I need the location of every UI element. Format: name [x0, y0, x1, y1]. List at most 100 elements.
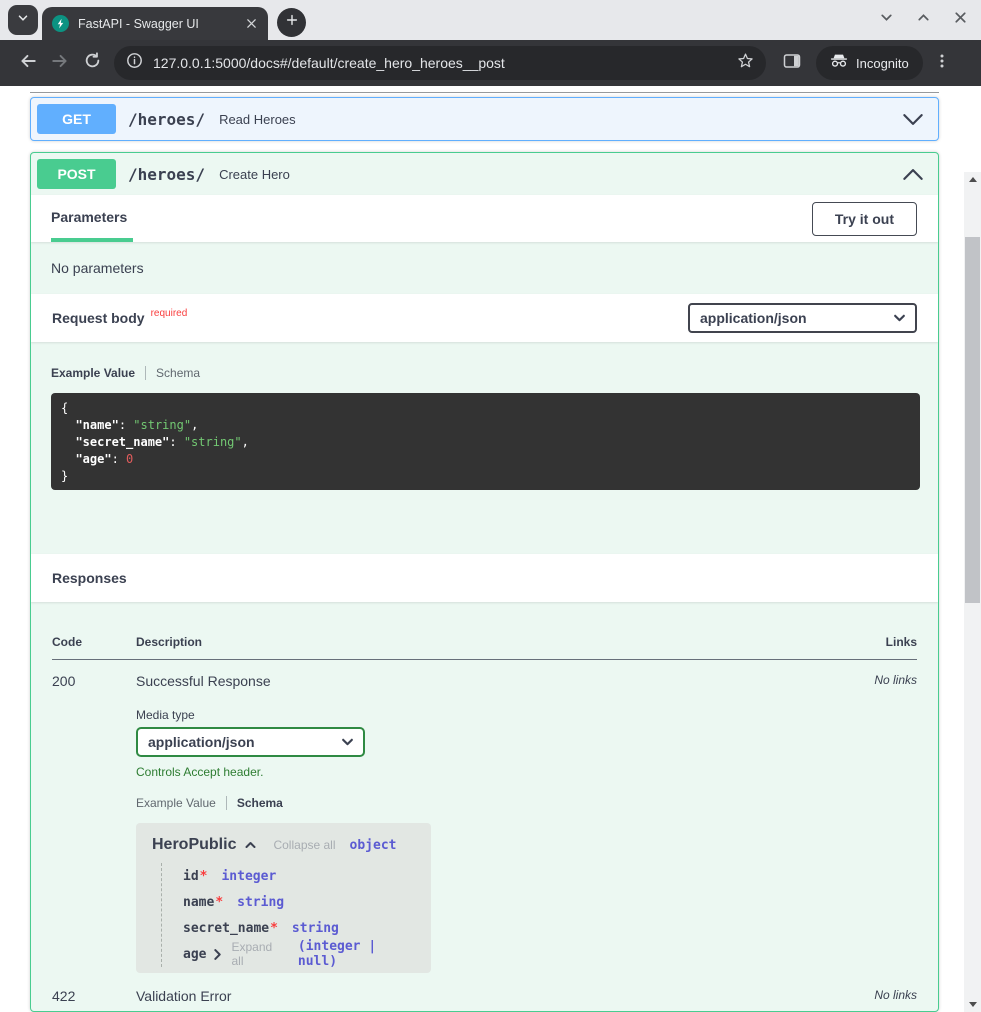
- window-maximize-button[interactable]: [915, 9, 932, 26]
- no-parameters-text: No parameters: [51, 260, 144, 276]
- request-body-title: Request body: [52, 310, 145, 326]
- site-info-icon[interactable]: [126, 52, 143, 74]
- schema-prop-row: id* integer: [183, 863, 415, 889]
- section-divider: [30, 92, 939, 93]
- response-media-type-select-wrap: application/json: [136, 727, 365, 757]
- collapse-all-link[interactable]: Collapse all: [273, 838, 335, 852]
- code-line: "name": "string",: [61, 417, 910, 434]
- back-arrow-icon: [19, 52, 37, 75]
- schema-prop-row: age Expand all (integer | null): [183, 941, 415, 967]
- required-asterisk: *: [200, 869, 208, 884]
- window-minimize-button[interactable]: [878, 9, 895, 26]
- prop-type: string: [292, 921, 339, 936]
- expand-chevron-down-icon[interactable]: [902, 113, 924, 126]
- tab-schema[interactable]: Schema: [156, 366, 200, 380]
- parameters-tab[interactable]: Parameters: [51, 195, 133, 242]
- tab-title: FastAPI - Swagger UI: [78, 17, 242, 31]
- browser-menu-button[interactable]: [927, 47, 957, 79]
- prop-type: integer: [221, 869, 276, 884]
- browser-window: FastAPI - Swagger UI 127.0.0.1:5000/docs…: [0, 0, 981, 1012]
- tab-close-icon[interactable]: [242, 15, 260, 33]
- prop-type: string: [237, 895, 284, 910]
- required-label: required: [151, 308, 188, 319]
- scroll-down-arrow[interactable]: [964, 997, 981, 1012]
- response-code: 422: [52, 988, 136, 1004]
- window-close-button[interactable]: [952, 9, 969, 26]
- reload-icon: [84, 52, 101, 74]
- triangle-up-icon: [969, 177, 977, 182]
- prop-name: secret_name: [183, 921, 269, 936]
- schema-model-box: HeroPublic Collapse all object id*intege…: [136, 823, 431, 973]
- model-type: object: [350, 838, 397, 853]
- new-tab-button[interactable]: [277, 8, 306, 37]
- response-description: Successful Response: [136, 673, 874, 689]
- response-row-422: 422 Validation Error No links: [52, 975, 917, 1004]
- incognito-badge: Incognito: [816, 46, 923, 80]
- tab-search-button[interactable]: [8, 5, 38, 35]
- page-scrollbar[interactable]: [964, 172, 981, 1012]
- opblock-get-heroes: GET /heroes/ Read Heroes: [30, 97, 939, 141]
- url-bar[interactable]: 127.0.0.1:5000/docs#/default/create_hero…: [114, 46, 766, 80]
- collapse-chevron-up-icon[interactable]: [902, 168, 924, 181]
- forward-button[interactable]: [44, 47, 76, 79]
- model-collapse-chevron-up-icon: [244, 836, 257, 854]
- browser-toolbar: 127.0.0.1:5000/docs#/default/create_hero…: [0, 40, 981, 86]
- expand-all-link[interactable]: Expand all: [231, 940, 283, 968]
- prop-name: name: [183, 895, 214, 910]
- request-media-type-select[interactable]: application/json: [688, 303, 917, 333]
- scrollbar-thumb[interactable]: [965, 237, 980, 603]
- parameters-header: Parameters Try it out: [31, 195, 938, 242]
- responses-header: Responses: [31, 554, 938, 602]
- response-links: No links: [874, 673, 917, 687]
- url-text: 127.0.0.1:5000/docs#/default/create_hero…: [153, 55, 737, 71]
- request-body-header: Request body required application/json: [31, 294, 938, 342]
- no-parameters-row: No parameters: [31, 242, 938, 294]
- tab-example-value[interactable]: Example Value: [51, 366, 135, 380]
- incognito-icon: [830, 53, 848, 73]
- response-links: No links: [874, 988, 917, 1002]
- response-tabs: Example Value Schema: [136, 796, 874, 810]
- tab-fastapi[interactable]: FastAPI - Swagger UI: [42, 7, 268, 40]
- triangle-down-icon: [969, 1002, 977, 1007]
- schema-prop-row: name* string: [183, 889, 415, 915]
- scroll-up-arrow[interactable]: [964, 172, 981, 187]
- prop-type: (integer | null): [298, 939, 415, 969]
- code-line: "secret_name": "string",: [61, 434, 910, 451]
- response-row-200: 200 Successful Response Media type appli…: [52, 660, 917, 973]
- bookmark-star-icon[interactable]: [737, 52, 754, 74]
- side-panel-button[interactable]: [776, 47, 808, 79]
- try-it-out-button[interactable]: Try it out: [812, 202, 917, 236]
- prop-name: id: [183, 869, 199, 884]
- example-code-block: { "name": "string", "secret_name": "stri…: [51, 393, 920, 490]
- prop-name: age: [183, 947, 206, 962]
- response-description: Validation Error: [136, 988, 874, 1004]
- response-media-type-select[interactable]: application/json: [136, 727, 365, 757]
- responses-body: Code Description Links 200 Successful Re…: [31, 602, 938, 1004]
- schema-prop-row: secret_name* string: [183, 915, 415, 941]
- parameters-title: Parameters: [51, 209, 127, 225]
- model-title[interactable]: HeroPublic: [152, 836, 257, 854]
- reload-button[interactable]: [76, 47, 108, 79]
- tab-schema[interactable]: Schema: [237, 796, 283, 810]
- code-line: {: [61, 400, 910, 417]
- opblock-post-summary[interactable]: POST /heroes/ Create Hero: [31, 153, 938, 195]
- opblock-get-summary[interactable]: GET /heroes/ Read Heroes: [31, 98, 938, 140]
- code-line: }: [61, 468, 910, 485]
- fastapi-favicon-icon: [52, 15, 69, 32]
- window-controls: [878, 9, 969, 26]
- response-code: 200: [52, 673, 136, 689]
- media-type-label: Media type: [136, 708, 874, 722]
- responses-table-header: Code Description Links: [52, 602, 917, 660]
- post-summary-text: Create Hero: [219, 167, 290, 182]
- request-body-section: Example Value Schema { "name": "string",…: [31, 342, 938, 554]
- code-line: "age": 0: [61, 451, 910, 468]
- get-summary-text: Read Heroes: [219, 112, 296, 127]
- post-method-badge: POST: [37, 159, 116, 189]
- required-asterisk: *: [270, 921, 278, 936]
- tab-example-value[interactable]: Example Value: [136, 796, 216, 810]
- expand-chevron-right-icon[interactable]: [214, 949, 221, 960]
- required-asterisk: *: [215, 895, 223, 910]
- response-200-description-cell: Successful Response Media type applicati…: [136, 673, 874, 973]
- back-button[interactable]: [12, 47, 44, 79]
- request-media-type-select-wrap: application/json: [688, 303, 917, 333]
